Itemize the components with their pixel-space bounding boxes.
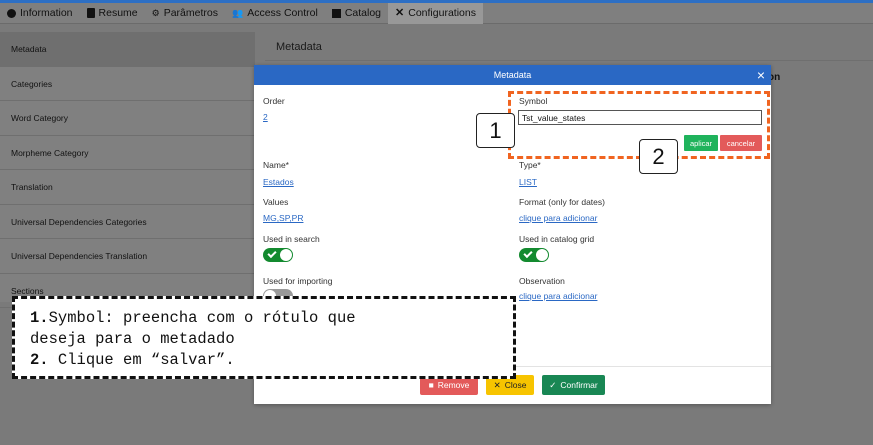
sidebar-item-translation[interactable]: Translation — [0, 170, 255, 205]
order-label: Order — [263, 96, 285, 106]
type-value[interactable]: LIST — [519, 177, 537, 187]
tab-label: Resume — [98, 7, 138, 19]
page-title: Metadata — [276, 41, 322, 53]
instruction-note: 1.Symbol: preencha com o rótulo que dese… — [12, 296, 516, 379]
note-line: 2. Clique em “salvar”. — [30, 350, 513, 371]
sidebar-item-morpheme-category[interactable]: Morpheme Category — [0, 136, 255, 170]
name-value[interactable]: Estados — [263, 177, 294, 187]
confirm-label: Confirmar — [560, 380, 598, 390]
used-for-importing-label: Used for importing — [263, 276, 333, 286]
tab-label: Information — [20, 7, 73, 19]
tab-resume[interactable]: Resume — [80, 3, 145, 24]
note-number: 2. — [30, 351, 49, 369]
confirm-button[interactable]: ✓ Confirmar — [542, 375, 605, 395]
type-label: Type* — [519, 160, 541, 170]
trash-icon: ■ — [428, 380, 434, 390]
remove-label: Remove — [437, 380, 470, 390]
close-label: Close — [504, 380, 527, 390]
tab-label: Access Control — [247, 7, 318, 19]
check-icon: ✓ — [549, 379, 557, 390]
sidebar-item-categories[interactable]: Categories — [0, 67, 255, 101]
users-icon: 👥 — [232, 7, 244, 18]
modal-header: Metadata × — [254, 65, 771, 85]
values-label: Values — [263, 197, 289, 207]
name-label: Name* — [263, 160, 289, 170]
note-line: deseja para o metadado — [30, 330, 235, 348]
tab-label: Catalog — [344, 7, 382, 19]
marker-1: 1 — [476, 113, 515, 148]
book-icon — [331, 8, 341, 18]
values-value[interactable]: MG,SP,PR — [263, 213, 303, 223]
sidebar-item-ud-translation[interactable]: Universal Dependencies Translation — [0, 239, 255, 274]
main-tab-bar: Information Resume ⚙ Parâmetros 👥 Access… — [0, 2, 873, 24]
used-in-catalog-grid-label: Used in catalog grid — [519, 234, 595, 244]
sidebar-item-metadata[interactable]: Metadata — [0, 32, 255, 67]
tab-information[interactable]: Information — [0, 3, 80, 24]
tab-parametros[interactable]: ⚙ Parâmetros — [145, 3, 225, 24]
marker-2: 2 — [639, 139, 678, 174]
divider — [265, 60, 873, 61]
note-line: 1.Symbol: preencha com o rótulo que — [30, 308, 513, 329]
info-icon — [7, 8, 16, 18]
note-number: 1. — [30, 309, 49, 327]
modal-title: Metadata — [493, 70, 532, 80]
tab-catalog[interactable]: Catalog — [325, 3, 388, 24]
sidebar-item-ud-categories[interactable]: Universal Dependencies Categories — [0, 205, 255, 239]
tab-label: Configurations — [408, 7, 476, 19]
note-text: Symbol: preencha com o rótulo que — [48, 309, 356, 327]
settings-icon: ⚙ — [151, 7, 160, 18]
x-icon: ✕ — [493, 379, 501, 390]
used-in-search-label: Used in search — [263, 234, 320, 244]
format-label: Format (only for dates) — [519, 197, 605, 207]
observation-label: Observation — [519, 276, 565, 286]
observation-value[interactable]: clique para adicionar — [519, 291, 597, 301]
tab-access-control[interactable]: 👥 Access Control — [225, 3, 325, 24]
document-icon — [86, 8, 95, 18]
used-in-catalog-grid-toggle[interactable] — [519, 248, 549, 262]
order-value[interactable]: 2 — [263, 112, 268, 122]
tab-label: Parâmetros — [163, 7, 218, 19]
tab-configurations[interactable]: ✕ Configurations — [388, 2, 483, 24]
config-sidebar: Metadata Categories Word Category Morphe… — [0, 32, 255, 308]
note-text: Clique em “salvar”. — [48, 351, 235, 369]
tools-icon: ✕ — [395, 7, 405, 19]
close-icon[interactable]: × — [757, 67, 765, 83]
format-value[interactable]: clique para adicionar — [519, 213, 597, 223]
sidebar-item-word-category[interactable]: Word Category — [0, 101, 255, 136]
used-in-search-toggle[interactable] — [263, 248, 293, 262]
